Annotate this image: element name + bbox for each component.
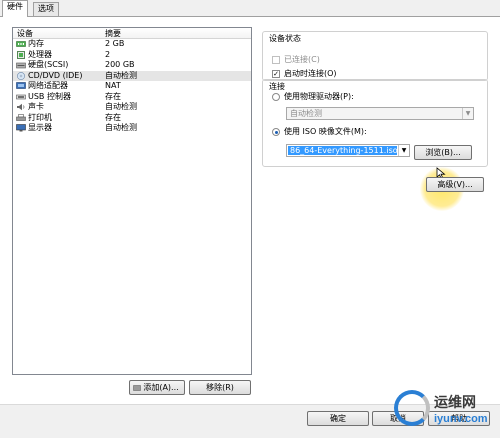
- tab-hardware[interactable]: 硬件: [2, 0, 28, 17]
- list-item[interactable]: 硬盘(SCSI) 200 GB: [13, 60, 251, 71]
- watermark-logo-icon: [394, 390, 430, 426]
- connect-at-power-on-checkbox[interactable]: ✓: [272, 70, 280, 78]
- watermark: 运维网 iyunv.com: [394, 386, 500, 438]
- device-summary: 2: [105, 49, 111, 59]
- add-hardware-icon: [133, 385, 141, 391]
- list-item[interactable]: 处理器 2: [13, 50, 251, 61]
- memory-icon: [16, 41, 26, 47]
- device-summary: 2 GB: [105, 39, 125, 48]
- tab-options[interactable]: 选项: [33, 2, 59, 16]
- device-name: 内存: [28, 39, 44, 48]
- list-item[interactable]: 显示器 自动检测: [13, 123, 251, 134]
- device-summary: NAT: [105, 81, 121, 90]
- connected-label: 已连接(C): [284, 55, 320, 64]
- cd-dvd-icon: [17, 71, 25, 80]
- sound-card-icon: [17, 103, 25, 111]
- device-name: 声卡: [28, 102, 44, 111]
- physical-drive-value: 自动检测: [290, 109, 322, 118]
- iso-image-label: 使用 ISO 映像文件(M):: [284, 127, 367, 136]
- physical-drive-select[interactable]: 自动检测 ▼: [286, 107, 474, 120]
- display-icon: [16, 124, 26, 132]
- tab-bar: 硬件 选项: [0, 0, 500, 17]
- list-item[interactable]: 声卡 自动检测: [13, 102, 251, 113]
- cpu-icon: [17, 50, 25, 59]
- connect-at-power-on-label: 启动时连接(O): [284, 69, 337, 78]
- device-name: 硬盘(SCSI): [28, 60, 69, 69]
- browse-button[interactable]: 浏览(B)...: [414, 145, 472, 160]
- connected-checkbox[interactable]: [272, 56, 280, 64]
- device-status-title: 设备状态: [269, 33, 301, 44]
- device-list[interactable]: 设备 摘要 内存 2 GB 处理器 2 硬盘(SCSI) 200 GB CD/D…: [12, 27, 252, 375]
- column-header-device[interactable]: 设备: [17, 28, 33, 39]
- device-summary: 存在: [105, 112, 121, 122]
- add-device-button[interactable]: 添加(A)...: [129, 380, 185, 395]
- watermark-domain: iyunv.com: [434, 413, 488, 425]
- device-summary: 自动检测: [105, 102, 137, 111]
- device-name: CD/DVD (IDE): [28, 70, 83, 80]
- device-name: 显示器: [28, 123, 52, 132]
- advanced-button[interactable]: 高级(V)...: [426, 177, 484, 192]
- device-summary: 自动检测: [105, 70, 137, 80]
- device-summary: 200 GB: [105, 60, 135, 69]
- list-item[interactable]: 内存 2 GB: [13, 39, 251, 50]
- physical-drive-label: 使用物理驱动器(P):: [284, 92, 354, 101]
- iso-path-combobox[interactable]: 86_64-Everything-1511.iso ▼: [286, 144, 410, 157]
- remove-device-button[interactable]: 移除(R): [189, 380, 251, 395]
- device-name: 打印机: [28, 112, 52, 122]
- list-item[interactable]: 网络适配器 NAT: [13, 81, 251, 92]
- physical-drive-radio[interactable]: [272, 93, 280, 101]
- list-item[interactable]: CD/DVD (IDE) 自动检测: [13, 70, 251, 81]
- device-status-group: 设备状态 已连接(C) ✓ 启动时连接(O): [262, 31, 488, 81]
- iso-path-value[interactable]: 86_64-Everything-1511.iso: [288, 146, 398, 155]
- device-name: USB 控制器: [28, 91, 71, 101]
- ok-button[interactable]: 确定: [307, 411, 369, 426]
- printer-icon: [16, 113, 26, 121]
- add-device-label: 添加(A)...: [143, 383, 179, 392]
- device-name: 处理器: [28, 49, 52, 59]
- hardware-pane: 设备 摘要 内存 2 GB 处理器 2 硬盘(SCSI) 200 GB CD/D…: [0, 16, 500, 438]
- network-adapter-icon: [16, 82, 26, 89]
- column-header-summary[interactable]: 摘要: [105, 28, 121, 39]
- device-summary: 自动检测: [105, 123, 137, 132]
- watermark-text: 运维网: [434, 395, 476, 411]
- usb-controller-icon: [16, 94, 26, 99]
- list-item[interactable]: 打印机 存在: [13, 113, 251, 124]
- hard-disk-icon: [16, 62, 26, 69]
- list-item[interactable]: USB 控制器 存在: [13, 92, 251, 103]
- chevron-down-icon[interactable]: ▼: [398, 145, 409, 156]
- device-list-header: 设备 摘要: [13, 28, 251, 39]
- iso-image-radio[interactable]: [272, 128, 280, 136]
- device-summary: 存在: [105, 91, 121, 101]
- device-name: 网络适配器: [28, 81, 68, 90]
- chevron-down-icon: ▼: [462, 108, 473, 119]
- connection-title: 连接: [269, 81, 285, 92]
